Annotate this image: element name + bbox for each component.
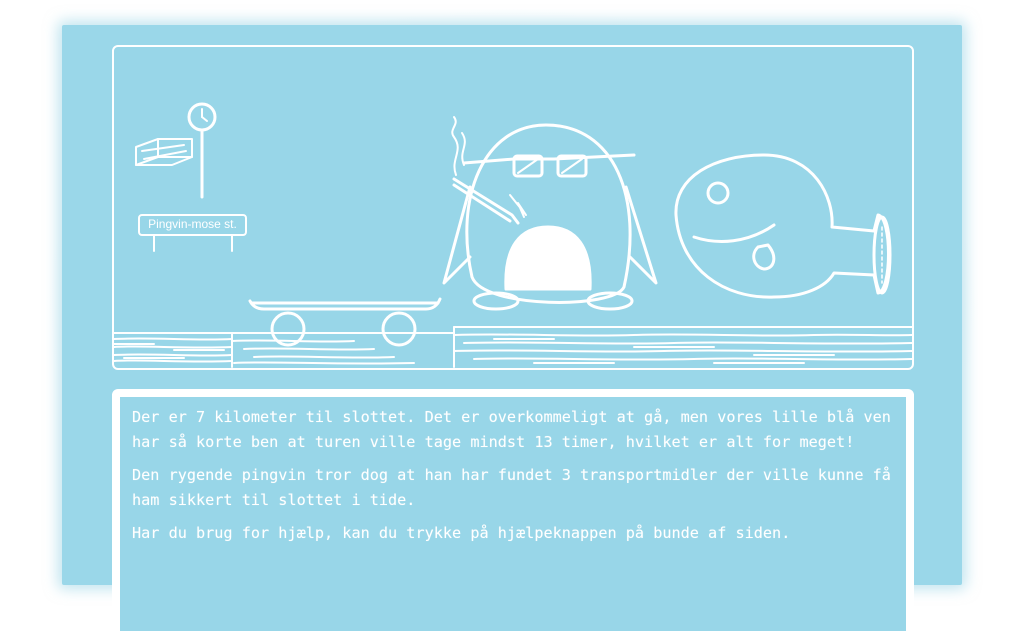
- penguin[interactable]: [442, 116, 658, 311]
- scene-illustration: Pingvin-mose st.: [112, 45, 914, 370]
- story-paragraph-1: Der er 7 kilometer til slottet. Det er o…: [132, 408, 891, 451]
- fish-cannon[interactable]: [674, 153, 892, 299]
- story-text-frame: Der er 7 kilometer til slottet. Det er o…: [112, 389, 914, 633]
- game-panel: Pingvin-mose st. Der er 7 kilometer til …: [62, 25, 962, 633]
- station-sign: Pingvin-mose st.: [138, 214, 247, 236]
- story-paragraph-3: Har du brug for hjælp, kan du trykke på …: [132, 524, 791, 542]
- story-paragraph-2: Den rygende pingvin tror dog at han har …: [132, 466, 891, 509]
- skateboard[interactable]: [248, 297, 442, 347]
- shelter-sketch: [135, 138, 193, 166]
- sign-legs: [153, 234, 233, 252]
- ground-planks: [114, 326, 912, 368]
- scene-drawing: [114, 102, 912, 368]
- story-text-box: Der er 7 kilometer til slottet. Det er o…: [120, 397, 906, 631]
